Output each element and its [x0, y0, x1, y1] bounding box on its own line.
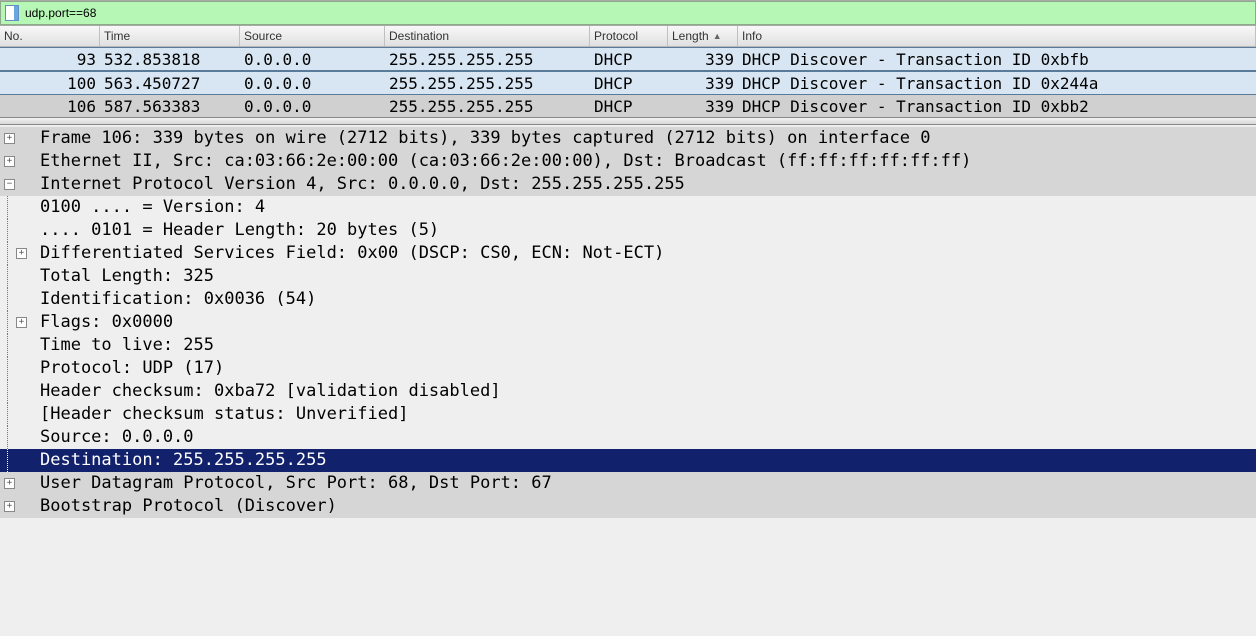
- packet-details-tree[interactable]: + Frame 106: 339 bytes on wire (2712 bit…: [0, 125, 1256, 636]
- tree-item-label: Total Length: 325: [40, 265, 1256, 288]
- cell-length: 339: [668, 72, 738, 94]
- tree-item-label: [Header checksum status: Unverified]: [40, 403, 1256, 426]
- tree-item-label: Internet Protocol Version 4, Src: 0.0.0.…: [40, 173, 1256, 196]
- tree-item-label: Frame 106: 339 bytes on wire (2712 bits)…: [40, 127, 1256, 150]
- cell-time: 532.853818: [100, 48, 240, 70]
- tree-item-label: .... 0101 = Header Length: 20 bytes (5): [40, 219, 1256, 242]
- expand-icon[interactable]: +: [4, 133, 15, 144]
- cell-source: 0.0.0.0: [240, 72, 385, 94]
- column-header-protocol[interactable]: Protocol: [590, 26, 668, 46]
- expand-icon[interactable]: +: [16, 248, 27, 259]
- packet-row[interactable]: 100 563.450727 0.0.0.0 255.255.255.255 D…: [0, 71, 1256, 95]
- tree-item-ip-protocol[interactable]: Protocol: UDP (17): [0, 357, 1256, 380]
- tree-item-label: Time to live: 255: [40, 334, 1256, 357]
- column-header-no[interactable]: No.: [0, 26, 100, 46]
- sort-ascending-icon: ▲: [713, 31, 722, 41]
- packet-list: No. Time Source Destination Protocol Len…: [0, 25, 1256, 117]
- cell-source: 0.0.0.0: [240, 48, 385, 70]
- packet-list-header[interactable]: No. Time Source Destination Protocol Len…: [0, 26, 1256, 47]
- tree-item-ip-checksum-status[interactable]: [Header checksum status: Unverified]: [0, 403, 1256, 426]
- tree-item-label: Header checksum: 0xba72 [validation disa…: [40, 380, 1256, 403]
- cell-time: 587.563383: [100, 95, 240, 117]
- cell-length: 339: [668, 48, 738, 70]
- tree-item-label: Destination: 255.255.255.255: [40, 449, 1256, 472]
- cell-no: 100: [0, 72, 100, 94]
- tree-item-label: Source: 0.0.0.0: [40, 426, 1256, 449]
- column-header-source[interactable]: Source: [240, 26, 385, 46]
- cell-info: DHCP Discover - Transaction ID 0xbb2: [738, 95, 1256, 117]
- tree-item-label: Flags: 0x0000: [40, 311, 1256, 334]
- pane-splitter[interactable]: [0, 117, 1256, 125]
- cell-destination: 255.255.255.255: [385, 95, 590, 117]
- tree-item-label: Ethernet II, Src: ca:03:66:2e:00:00 (ca:…: [40, 150, 1256, 173]
- column-header-length-label: Length: [672, 29, 709, 43]
- bookmark-icon[interactable]: [5, 5, 19, 21]
- tree-item-label: Identification: 0x0036 (54): [40, 288, 1256, 311]
- column-header-length[interactable]: Length ▲: [668, 26, 738, 46]
- cell-protocol: DHCP: [590, 48, 668, 70]
- cell-no: 106: [0, 95, 100, 117]
- packet-row[interactable]: 106 587.563383 0.0.0.0 255.255.255.255 D…: [0, 95, 1256, 117]
- expand-icon[interactable]: +: [16, 317, 27, 328]
- tree-item-ip-version[interactable]: 0100 .... = Version: 4: [0, 196, 1256, 219]
- cell-info: DHCP Discover - Transaction ID 0xbfb: [738, 48, 1256, 70]
- tree-item-bootp[interactable]: + Bootstrap Protocol (Discover): [0, 495, 1256, 518]
- display-filter-bar[interactable]: udp.port==68: [0, 1, 1256, 25]
- tree-item-ip-source[interactable]: Source: 0.0.0.0: [0, 426, 1256, 449]
- cell-source: 0.0.0.0: [240, 95, 385, 117]
- tree-item-ip-ttl[interactable]: Time to live: 255: [0, 334, 1256, 357]
- cell-info: DHCP Discover - Transaction ID 0x244a: [738, 72, 1256, 94]
- cell-destination: 255.255.255.255: [385, 48, 590, 70]
- tree-item-ip-dscp[interactable]: + Differentiated Services Field: 0x00 (D…: [0, 242, 1256, 265]
- tree-item-ip-header-checksum[interactable]: Header checksum: 0xba72 [validation disa…: [0, 380, 1256, 403]
- column-header-info[interactable]: Info: [738, 26, 1256, 46]
- packet-list-body[interactable]: 93 532.853818 0.0.0.0 255.255.255.255 DH…: [0, 47, 1256, 117]
- column-header-destination[interactable]: Destination: [385, 26, 590, 46]
- tree-item-ip-identification[interactable]: Identification: 0x0036 (54): [0, 288, 1256, 311]
- tree-item-ethernet[interactable]: + Ethernet II, Src: ca:03:66:2e:00:00 (c…: [0, 150, 1256, 173]
- cell-destination: 255.255.255.255: [385, 72, 590, 94]
- tree-item-label: Differentiated Services Field: 0x00 (DSC…: [40, 242, 1256, 265]
- display-filter-text[interactable]: udp.port==68: [25, 6, 96, 20]
- tree-item-label: User Datagram Protocol, Src Port: 68, Ds…: [40, 472, 1256, 495]
- cell-time: 563.450727: [100, 72, 240, 94]
- packet-row[interactable]: 93 532.853818 0.0.0.0 255.255.255.255 DH…: [0, 47, 1256, 71]
- cell-length: 339: [668, 95, 738, 117]
- expand-icon[interactable]: +: [4, 478, 15, 489]
- tree-item-label: Protocol: UDP (17): [40, 357, 1256, 380]
- collapse-icon[interactable]: −: [4, 179, 15, 190]
- tree-item-ip-header-length[interactable]: .... 0101 = Header Length: 20 bytes (5): [0, 219, 1256, 242]
- tree-item-label: Bootstrap Protocol (Discover): [40, 495, 1256, 518]
- tree-item-frame[interactable]: + Frame 106: 339 bytes on wire (2712 bit…: [0, 127, 1256, 150]
- cell-no: 93: [0, 48, 100, 70]
- tree-item-ip-total-length[interactable]: Total Length: 325: [0, 265, 1256, 288]
- cell-protocol: DHCP: [590, 72, 668, 94]
- tree-item-udp[interactable]: + User Datagram Protocol, Src Port: 68, …: [0, 472, 1256, 495]
- tree-item-ip[interactable]: − Internet Protocol Version 4, Src: 0.0.…: [0, 173, 1256, 196]
- tree-item-ip-destination[interactable]: Destination: 255.255.255.255: [0, 449, 1256, 472]
- tree-item-label: 0100 .... = Version: 4: [40, 196, 1256, 219]
- cell-protocol: DHCP: [590, 95, 668, 117]
- column-header-time[interactable]: Time: [100, 26, 240, 46]
- tree-item-ip-flags[interactable]: + Flags: 0x0000: [0, 311, 1256, 334]
- expand-icon[interactable]: +: [4, 156, 15, 167]
- expand-icon[interactable]: +: [4, 501, 15, 512]
